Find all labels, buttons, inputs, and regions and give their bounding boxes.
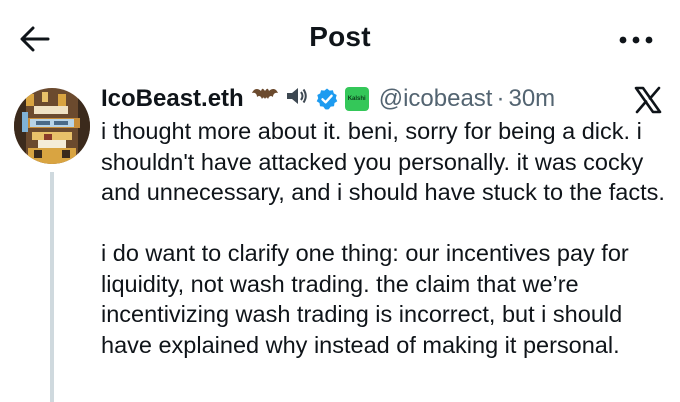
post-header: IcoBeast.eth Kalshi @icobeast · 30m bbox=[101, 82, 555, 116]
avatar[interactable] bbox=[14, 88, 90, 164]
post-time[interactable]: 30m bbox=[508, 85, 555, 113]
kalshi-affiliate-badge[interactable]: Kalshi bbox=[344, 87, 369, 111]
post-paragraph: i thought more about it. beni, sorry for… bbox=[101, 118, 665, 205]
bat-icon bbox=[251, 85, 279, 113]
verified-icon bbox=[315, 87, 339, 111]
top-bar: Post bbox=[0, 0, 680, 76]
post-body: i thought more about it. beni, sorry for… bbox=[101, 116, 671, 360]
speaker-icon bbox=[285, 85, 309, 113]
user-handle[interactable]: @icobeast bbox=[379, 85, 493, 113]
separator-dot: · bbox=[496, 85, 505, 112]
display-name[interactable]: IcoBeast.eth bbox=[101, 85, 244, 113]
page-title: Post bbox=[309, 21, 371, 52]
x-logo-icon[interactable] bbox=[634, 86, 662, 114]
more-button[interactable] bbox=[616, 26, 656, 54]
more-horizontal-icon bbox=[619, 36, 653, 44]
thread-line bbox=[50, 172, 54, 402]
post-paragraph: i do want to clarify one thing: our ince… bbox=[101, 240, 629, 358]
